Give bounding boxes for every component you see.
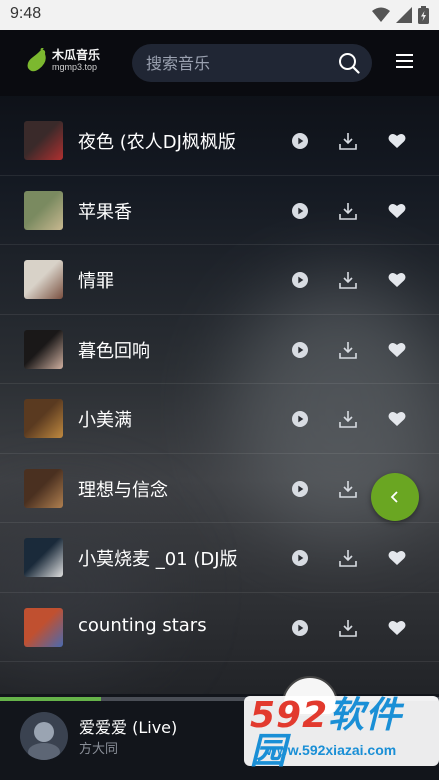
- status-bar: 9:48: [0, 0, 439, 30]
- song-title[interactable]: 苹果香: [78, 198, 240, 224]
- download-icon: [339, 202, 357, 220]
- heart-icon: [388, 133, 406, 148]
- now-playing-title: 爱爱爱 (Live): [79, 718, 178, 737]
- song-cover[interactable]: [24, 399, 63, 438]
- song-cover[interactable]: [24, 468, 63, 508]
- song-title[interactable]: 小莫烧麦 _01 (DJ版: [78, 545, 240, 571]
- download-button[interactable]: [337, 547, 359, 569]
- song-row[interactable]: 小莫烧麦 _01 (DJ版: [0, 523, 439, 593]
- song-title[interactable]: counting stars: [78, 615, 240, 641]
- favorite-button[interactable]: [386, 547, 408, 569]
- download-icon: [339, 272, 357, 289]
- app-header: 木瓜音乐 mgmp3.top: [0, 30, 439, 96]
- song-title[interactable]: 理想与信念: [78, 476, 240, 502]
- download-icon: [339, 341, 357, 359]
- song-cover[interactable]: [24, 538, 63, 577]
- status-time: 9:48: [10, 5, 42, 22]
- play-icon: [292, 202, 308, 219]
- download-icon: [339, 411, 357, 428]
- favorite-button[interactable]: [386, 339, 408, 361]
- song-title[interactable]: 暮色回响: [78, 337, 240, 363]
- heart-icon: [388, 620, 406, 635]
- play-button[interactable]: [289, 339, 311, 361]
- song-row[interactable]: 暮色回响: [0, 315, 439, 384]
- menu-icon[interactable]: [396, 54, 413, 68]
- download-button[interactable]: [337, 269, 359, 291]
- play-button[interactable]: [289, 408, 311, 430]
- song-cover[interactable]: [24, 329, 63, 369]
- play-icon: [292, 550, 308, 566]
- watermark-number: 592: [250, 695, 329, 736]
- logo-domain: mgmp3.top: [52, 61, 98, 72]
- song-cover[interactable]: [24, 607, 63, 647]
- song-cover[interactable]: [24, 190, 63, 230]
- song-row[interactable]: 小美满: [0, 384, 439, 454]
- play-button[interactable]: [289, 478, 311, 500]
- logo-title: 木瓜音乐: [52, 47, 101, 62]
- download-button[interactable]: [337, 339, 359, 361]
- heart-icon: [388, 550, 406, 565]
- search-bar: [132, 44, 372, 82]
- download-button[interactable]: [337, 408, 359, 430]
- download-icon: [339, 133, 357, 150]
- watermark-url: www.592xiazai.com: [266, 742, 397, 758]
- download-icon: [339, 619, 357, 637]
- heart-icon: [388, 411, 406, 426]
- search-input[interactable]: [146, 44, 326, 82]
- download-button[interactable]: [337, 200, 359, 222]
- play-button[interactable]: [289, 130, 311, 152]
- signal-icon: [396, 7, 412, 23]
- song-cover[interactable]: [24, 121, 63, 160]
- download-icon: [339, 550, 357, 567]
- heart-icon: [388, 203, 406, 218]
- download-button[interactable]: [337, 478, 359, 500]
- play-button[interactable]: [289, 547, 311, 569]
- status-icons: [372, 6, 429, 24]
- song-title[interactable]: 小美满: [78, 406, 240, 432]
- song-row[interactable]: counting stars: [0, 593, 439, 662]
- favorite-button[interactable]: [386, 200, 408, 222]
- play-icon: [292, 133, 308, 149]
- song-title[interactable]: 夜色 (农人DJ枫枫版: [78, 128, 240, 154]
- download-icon: [339, 480, 357, 498]
- play-button[interactable]: [289, 617, 311, 639]
- play-icon: [292, 272, 308, 288]
- song-cover[interactable]: [24, 260, 63, 299]
- app-logo[interactable]: 木瓜音乐 mgmp3.top: [26, 48, 100, 72]
- song-row[interactable]: 苹果香: [0, 176, 439, 245]
- play-icon: [292, 341, 308, 358]
- battery-icon: [418, 6, 429, 24]
- favorite-button[interactable]: [386, 269, 408, 291]
- now-playing-cover[interactable]: [20, 712, 68, 760]
- watermark: 592软件园 www.592xiazai.com: [244, 676, 439, 780]
- favorite-button[interactable]: [386, 130, 408, 152]
- play-button[interactable]: [289, 200, 311, 222]
- download-button[interactable]: [337, 617, 359, 639]
- song-row[interactable]: 夜色 (农人DJ枫枫版: [0, 106, 439, 176]
- play-button[interactable]: [289, 269, 311, 291]
- heart-icon: [388, 342, 406, 357]
- now-playing-artist: 方大同: [79, 742, 119, 757]
- play-icon: [292, 411, 308, 427]
- song-list: 夜色 (农人DJ枫枫版 苹果香情罪暮色回响小美满理想与信念小莫烧麦 _01 (DJ…: [0, 106, 439, 662]
- favorite-button[interactable]: [386, 408, 408, 430]
- wifi-icon: [372, 7, 390, 22]
- download-button[interactable]: [337, 130, 359, 152]
- album-art-icon: [20, 712, 68, 760]
- chevron-left-icon: [390, 491, 398, 503]
- heart-icon: [388, 272, 406, 287]
- watermark-title: 592软件园: [250, 698, 439, 770]
- favorite-button[interactable]: [386, 617, 408, 639]
- play-icon: [292, 480, 308, 497]
- play-icon: [292, 619, 308, 636]
- papaya-logo-icon: [27, 48, 46, 72]
- song-title[interactable]: 情罪: [78, 267, 240, 293]
- app-screen: 木瓜音乐 mgmp3.top 夜色 (农人DJ枫枫版苹果香情罪暮色回响小美满理想…: [0, 30, 439, 780]
- collapse-panel-button[interactable]: [371, 473, 419, 521]
- song-row[interactable]: 情罪: [0, 245, 439, 315]
- search-icon[interactable]: [338, 52, 360, 74]
- progress-fill: [0, 697, 101, 701]
